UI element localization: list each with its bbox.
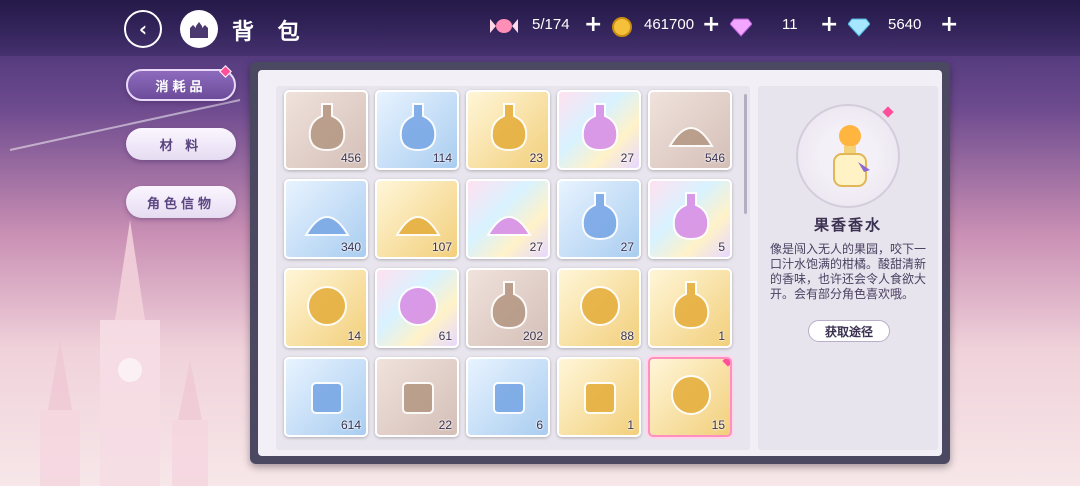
item-slot[interactable]: 1 [648, 268, 732, 348]
sand-pile-icon [668, 127, 714, 147]
gift-bag-icon [671, 375, 711, 415]
item-slot[interactable]: 614 [284, 357, 368, 437]
acquire-source-button[interactable]: 获取途径 [808, 320, 890, 342]
pink-potion-bottle-icon [490, 281, 528, 330]
item-count: 456 [340, 151, 361, 165]
tab-label: 消耗品 [155, 79, 207, 95]
golden-trophy-icon [307, 286, 347, 326]
item-slot[interactable]: 1 [557, 357, 641, 437]
orange-perfume-icon [672, 281, 710, 330]
item-count: 61 [438, 329, 452, 343]
item-name: 果香香水 [813, 216, 882, 234]
candy-count: 5/174 [532, 16, 570, 33]
item-grid[interactable]: 456 114 23 27 546 340 107 27 27 5 14 61 202 88 1 614 22 6… [276, 86, 750, 450]
inventory-panel: 456 114 23 27 546 340 107 27 27 5 14 61 202 88 1 614 22 6… [250, 62, 950, 464]
item-count: 23 [529, 151, 543, 165]
item-count: 614 [340, 418, 361, 432]
candy-icon [490, 19, 518, 33]
item-count: 5 [718, 240, 725, 254]
tab-label: 材 料 [159, 138, 203, 154]
blue-diamond-icon [848, 18, 870, 37]
item-count: 14 [347, 329, 361, 343]
new-indicator-icon [219, 65, 232, 78]
back-button[interactable]: ‹ [124, 10, 162, 48]
grid-scrollbar[interactable] [744, 94, 747, 214]
tab-consumables[interactable]: 消耗品 [126, 65, 236, 101]
item-slot[interactable]: 456 [284, 90, 368, 170]
add-blue-gem-button[interactable]: + [940, 12, 958, 37]
gold-powder-pile-icon [395, 216, 441, 236]
item-slot[interactable]: 546 [648, 90, 732, 170]
item-count: 202 [522, 329, 543, 343]
home-button[interactable] [180, 10, 218, 48]
item-slot[interactable]: 23 [466, 90, 550, 170]
tab-character-tokens[interactable]: 角色信物 [126, 186, 236, 218]
item-slot[interactable]: 27 [557, 90, 641, 170]
item-slot[interactable]: 340 [284, 179, 368, 259]
pink-gem-count: 11 [782, 16, 798, 33]
item-slot[interactable]: 88 [557, 268, 641, 348]
blue-potion-bottle-icon [581, 192, 619, 241]
item-count: 15 [711, 418, 725, 432]
item-slot[interactable]: 61 [375, 268, 459, 348]
item-count: 107 [431, 240, 452, 254]
rainbow-powder-pile-icon [486, 216, 532, 236]
detail-icon-frame [796, 104, 900, 208]
coin-count: 461700 [644, 16, 695, 33]
flower-jar-icon [580, 286, 620, 326]
item-count: 6 [536, 418, 543, 432]
panel-inner: 456 114 23 27 546 340 107 27 27 5 14 61 202 88 1 614 22 6… [258, 70, 942, 456]
stacked-cans-icon [493, 382, 525, 414]
blue-gem-count: 5640 [888, 16, 922, 33]
item-slot[interactable]: 14 [284, 268, 368, 348]
item-count: 1 [718, 329, 725, 343]
green-potion-vial-icon [308, 103, 346, 152]
item-count: 27 [529, 240, 543, 254]
item-count: 546 [704, 151, 725, 165]
item-description: 像是闯入无人的果园，咬下一口汁水饱满的柑橘。酸甜清新的香味，也许还会令人食欲大开… [770, 242, 927, 301]
add-pink-gem-button[interactable]: + [820, 12, 838, 37]
tab-materials[interactable]: 材 料 [126, 128, 236, 160]
page-title: 背 包 [232, 20, 308, 45]
item-slot[interactable]: 107 [375, 179, 459, 259]
ornate-blue-bottle-icon [672, 192, 710, 241]
white-powder-pile-icon [304, 216, 350, 236]
pink-diamond-icon [730, 18, 752, 37]
item-count: 1 [627, 418, 634, 432]
item-count: 27 [620, 151, 634, 165]
add-candy-button[interactable]: + [584, 12, 602, 37]
item-slot[interactable]: 15 [648, 357, 732, 437]
item-slot[interactable]: 22 [375, 357, 459, 437]
item-count: 88 [620, 329, 634, 343]
add-coin-button[interactable]: + [702, 12, 720, 37]
orange-perfume-icon [833, 125, 870, 187]
new-indicator-icon [722, 359, 730, 367]
purple-sparkle-flask-icon [399, 103, 437, 152]
item-slot[interactable]: 114 [375, 90, 459, 170]
item-count: 114 [432, 151, 452, 165]
single-can-icon [311, 382, 343, 414]
back-arrow-icon: ‹ [138, 17, 148, 41]
item-slot[interactable]: 202 [466, 268, 550, 348]
item-slot[interactable]: 6 [466, 357, 550, 437]
item-count: 27 [620, 240, 634, 254]
new-indicator-icon [882, 106, 894, 118]
item-slot[interactable]: 5 [648, 179, 732, 259]
crystal-globe-icon [398, 286, 438, 326]
rainbow-potion-bottle-icon [581, 103, 619, 152]
item-slot[interactable]: 27 [557, 179, 641, 259]
three-cans-icon [402, 382, 434, 414]
can-gift-box-icon [584, 382, 616, 414]
item-detail-panel: 果香香水 像是闯入无人的果园，咬下一口汁水饱满的柑橘。酸甜清新的香味，也许还会令… [758, 86, 938, 450]
item-slot[interactable]: 27 [466, 179, 550, 259]
gold-coin-icon [612, 17, 632, 37]
tab-label: 角色信物 [146, 196, 215, 212]
castle-silhouette-background [40, 220, 208, 486]
item-count: 340 [340, 240, 361, 254]
gold-potion-bottle-icon [490, 103, 528, 152]
castle-icon [190, 22, 208, 38]
item-count: 22 [438, 418, 452, 432]
